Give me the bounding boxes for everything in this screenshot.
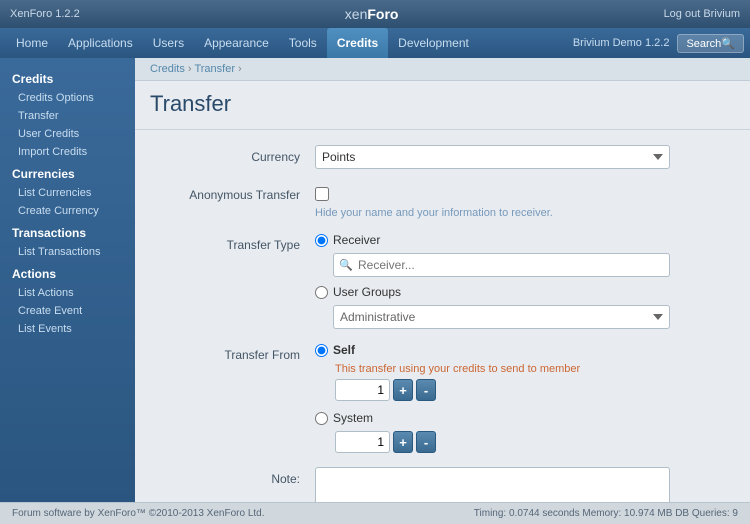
sidebar-item-list-events[interactable]: List Events (0, 320, 135, 338)
self-amount-input[interactable] (335, 379, 390, 401)
note-control (315, 467, 730, 502)
receiver-radio[interactable] (315, 234, 328, 247)
sidebar-section-credits: Credits (0, 66, 135, 89)
sidebar-item-create-event[interactable]: Create Event (0, 302, 135, 320)
sidebar-section-actions: Actions (0, 261, 135, 284)
note-textarea[interactable] (315, 467, 670, 502)
breadcrumb-credits[interactable]: Credits (150, 63, 185, 75)
nav-credits[interactable]: Credits (327, 28, 388, 58)
top-bar: XenForo 1.2.2 xenForo Log out Brivium (0, 0, 750, 28)
receiver-option-text: Receiver (333, 233, 380, 247)
breadcrumb: Credits › Transfer › (135, 58, 750, 81)
self-radio-label[interactable]: Self (315, 343, 730, 357)
self-hint: This transfer using your credits to send… (335, 363, 730, 375)
xenforo-logo: xenForo (345, 6, 399, 22)
nav-users[interactable]: Users (143, 28, 194, 58)
currency-select[interactable]: Points (315, 145, 670, 169)
breadcrumb-transfer[interactable]: Transfer (194, 63, 235, 75)
transfer-type-label: Transfer Type (155, 233, 315, 252)
main-layout: Credits Credits Options Transfer User Cr… (0, 58, 750, 502)
logout-button[interactable]: Log out Brivium (664, 8, 740, 20)
sidebar-section-transactions: Transactions (0, 220, 135, 243)
sidebar-item-import-credits[interactable]: Import Credits (0, 143, 135, 161)
system-option-text: System (333, 411, 373, 425)
transfer-from-label: Transfer From (155, 343, 315, 362)
demo-label: Brivium Demo 1.2.2 (573, 37, 670, 49)
self-number-row: + - (335, 379, 730, 401)
page-title: Transfer (135, 81, 750, 130)
currency-row: Currency Points (155, 145, 730, 169)
transfer-from-control: Self This transfer using your credits to… (315, 343, 730, 453)
anonymous-label: Anonymous Transfer (155, 183, 315, 202)
sidebar: Credits Credits Options Transfer User Cr… (0, 58, 135, 502)
app-version: XenForo 1.2.2 (10, 8, 80, 20)
anonymous-hint: Hide your name and your information to r… (315, 207, 730, 219)
anonymous-control: Hide your name and your information to r… (315, 183, 730, 219)
nav-bar: Home Applications Users Appearance Tools… (0, 28, 750, 58)
self-increment-button[interactable]: + (393, 379, 413, 401)
search-icon: 🔍 (339, 259, 353, 272)
self-option-text: Self (333, 343, 355, 357)
user-groups-radio-label[interactable]: User Groups (315, 285, 730, 299)
user-groups-select-wrap: Administrative (333, 305, 730, 329)
transfer-type-row: Transfer Type Receiver 🔍 User Groups (155, 233, 730, 329)
user-groups-radio[interactable] (315, 286, 328, 299)
nav-appearance[interactable]: Appearance (194, 28, 279, 58)
self-option-wrap: Self This transfer using your credits to… (315, 343, 730, 401)
footer-left: Forum software by XenForo™ ©2010-2013 Xe… (12, 508, 265, 519)
user-groups-option-text: User Groups (333, 285, 401, 299)
note-row: Note: (155, 467, 730, 502)
anonymous-row: Anonymous Transfer Hide your name and yo… (155, 183, 730, 219)
currency-control: Points (315, 145, 730, 169)
system-number-row: + - (335, 431, 730, 453)
system-decrement-button[interactable]: - (416, 431, 436, 453)
transfer-form: Currency Points Anonymous Transfer Hide … (135, 130, 750, 502)
content-area: Credits › Transfer › Transfer Currency P… (135, 58, 750, 502)
footer-right: Timing: 0.0744 seconds Memory: 10.974 MB… (474, 508, 738, 519)
note-label: Note: (155, 467, 315, 486)
sidebar-item-create-currency[interactable]: Create Currency (0, 202, 135, 220)
receiver-radio-label[interactable]: Receiver (315, 233, 730, 247)
system-amount-input[interactable] (335, 431, 390, 453)
anonymous-checkbox[interactable] (315, 187, 329, 201)
nav-home[interactable]: Home (6, 28, 58, 58)
transfer-type-control: Receiver 🔍 User Groups Administrative (315, 233, 730, 329)
nav-tools[interactable]: Tools (279, 28, 327, 58)
sidebar-item-list-currencies[interactable]: List Currencies (0, 184, 135, 202)
transfer-from-row: Transfer From Self This transfer using y… (155, 343, 730, 453)
user-groups-select[interactable]: Administrative (333, 305, 670, 329)
nav-right: Brivium Demo 1.2.2 Search🔍 (573, 34, 744, 53)
system-option-wrap: System + - (315, 411, 730, 453)
self-radio[interactable] (315, 344, 328, 357)
system-increment-button[interactable]: + (393, 431, 413, 453)
system-radio[interactable] (315, 412, 328, 425)
sidebar-item-user-credits[interactable]: User Credits (0, 125, 135, 143)
self-decrement-button[interactable]: - (416, 379, 436, 401)
sidebar-section-currencies: Currencies (0, 161, 135, 184)
receiver-input-wrap: 🔍 (333, 253, 730, 277)
sidebar-item-list-actions[interactable]: List Actions (0, 284, 135, 302)
currency-label: Currency (155, 145, 315, 164)
nav-applications[interactable]: Applications (58, 28, 143, 58)
sidebar-item-credits-options[interactable]: Credits Options (0, 89, 135, 107)
footer: Forum software by XenForo™ ©2010-2013 Xe… (0, 502, 750, 524)
search-button[interactable]: Search🔍 (677, 34, 744, 53)
system-radio-label[interactable]: System (315, 411, 730, 425)
sidebar-item-transfer[interactable]: Transfer (0, 107, 135, 125)
nav-development[interactable]: Development (388, 28, 479, 58)
receiver-input[interactable] (333, 253, 670, 277)
sidebar-item-list-transactions[interactable]: List Transactions (0, 243, 135, 261)
